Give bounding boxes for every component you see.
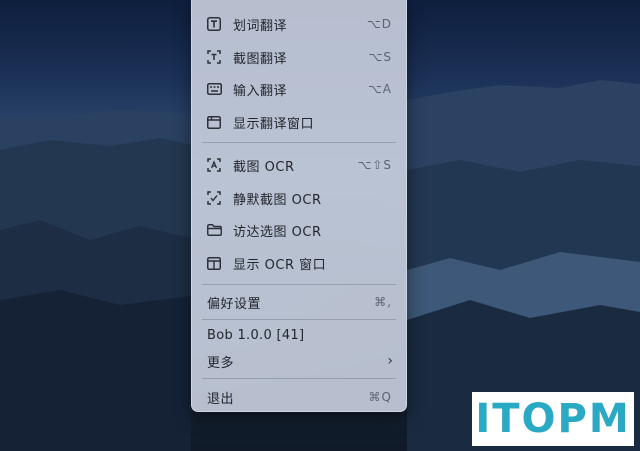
menu-item-selection-translate[interactable]: 划词翻译 ⌥D: [192, 10, 406, 38]
watermark-text: ITOPM: [475, 396, 631, 442]
menu-item-screenshot-ocr[interactable]: 截图 OCR ⌥⇧S: [192, 151, 406, 179]
menu-item-preferences[interactable]: 偏好设置 ⌘,: [192, 288, 406, 316]
menu-item-show-translate-window[interactable]: 显示翻译窗口: [192, 108, 406, 136]
text-box-icon: [206, 17, 222, 31]
menu-item-label: 截图 OCR: [233, 159, 295, 175]
menu-item-screenshot-translate[interactable]: 截图翻译 ⌥S: [192, 43, 406, 71]
menu-item-label: 截图翻译: [233, 51, 288, 67]
menu-item-show-ocr-window[interactable]: 显示 OCR 窗口: [192, 249, 406, 277]
shortcut-hint: ⌥D: [366, 17, 392, 31]
screenshot-ocr-icon: [206, 158, 222, 172]
shortcut-hint: ⌥⇧S: [357, 158, 392, 172]
menu-item-label: 更多: [207, 355, 235, 371]
screenshot-text-icon: [206, 50, 222, 64]
menu-item-label: 访达选图 OCR: [233, 224, 322, 240]
keyboard-icon: [206, 82, 222, 96]
menu-separator: [202, 142, 396, 143]
menu-item-finder-image-ocr[interactable]: 访达选图 OCR: [192, 216, 406, 244]
menu-item-more[interactable]: 更多 ›: [192, 347, 406, 375]
menu-item-label: 划词翻译: [233, 18, 288, 34]
menu-separator: [202, 319, 396, 320]
menu-item-label: 显示翻译窗口: [233, 116, 315, 132]
chevron-right-icon: ›: [387, 353, 393, 369]
version-label: Bob 1.0.0 [41]: [207, 328, 305, 343]
ocr-window-icon: [206, 256, 222, 270]
window-icon: [206, 115, 222, 129]
menu-separator: [202, 284, 396, 285]
menu-item-label: 偏好设置: [207, 296, 262, 312]
shortcut-hint: ⌘,: [374, 295, 392, 309]
menu-item-label: 输入翻译: [233, 83, 288, 99]
menu-item-silent-screenshot-ocr[interactable]: 静默截图 OCR: [192, 184, 406, 212]
menu-item-label: 静默截图 OCR: [233, 192, 322, 208]
folder-icon: [206, 223, 222, 237]
menu-item-input-translate[interactable]: 输入翻译 ⌥A: [192, 75, 406, 103]
menu-item-quit[interactable]: 退出 ⌘Q: [192, 383, 406, 411]
menu-item-label: 显示 OCR 窗口: [233, 257, 327, 273]
menu-separator: [202, 378, 396, 379]
bob-status-menu: 划词翻译 ⌥D 截图翻译 ⌥S 输入翻译 ⌥A 显示翻译窗口 截图 OCR ⌥⇧…: [191, 0, 407, 412]
menu-item-label: 退出: [207, 391, 235, 407]
itopm-watermark-logo: ITOPM: [472, 392, 634, 446]
silent-screenshot-icon: [206, 191, 222, 205]
shortcut-hint: ⌥S: [368, 50, 392, 64]
shortcut-hint: ⌥A: [367, 82, 392, 96]
shortcut-hint: ⌘Q: [368, 390, 392, 404]
